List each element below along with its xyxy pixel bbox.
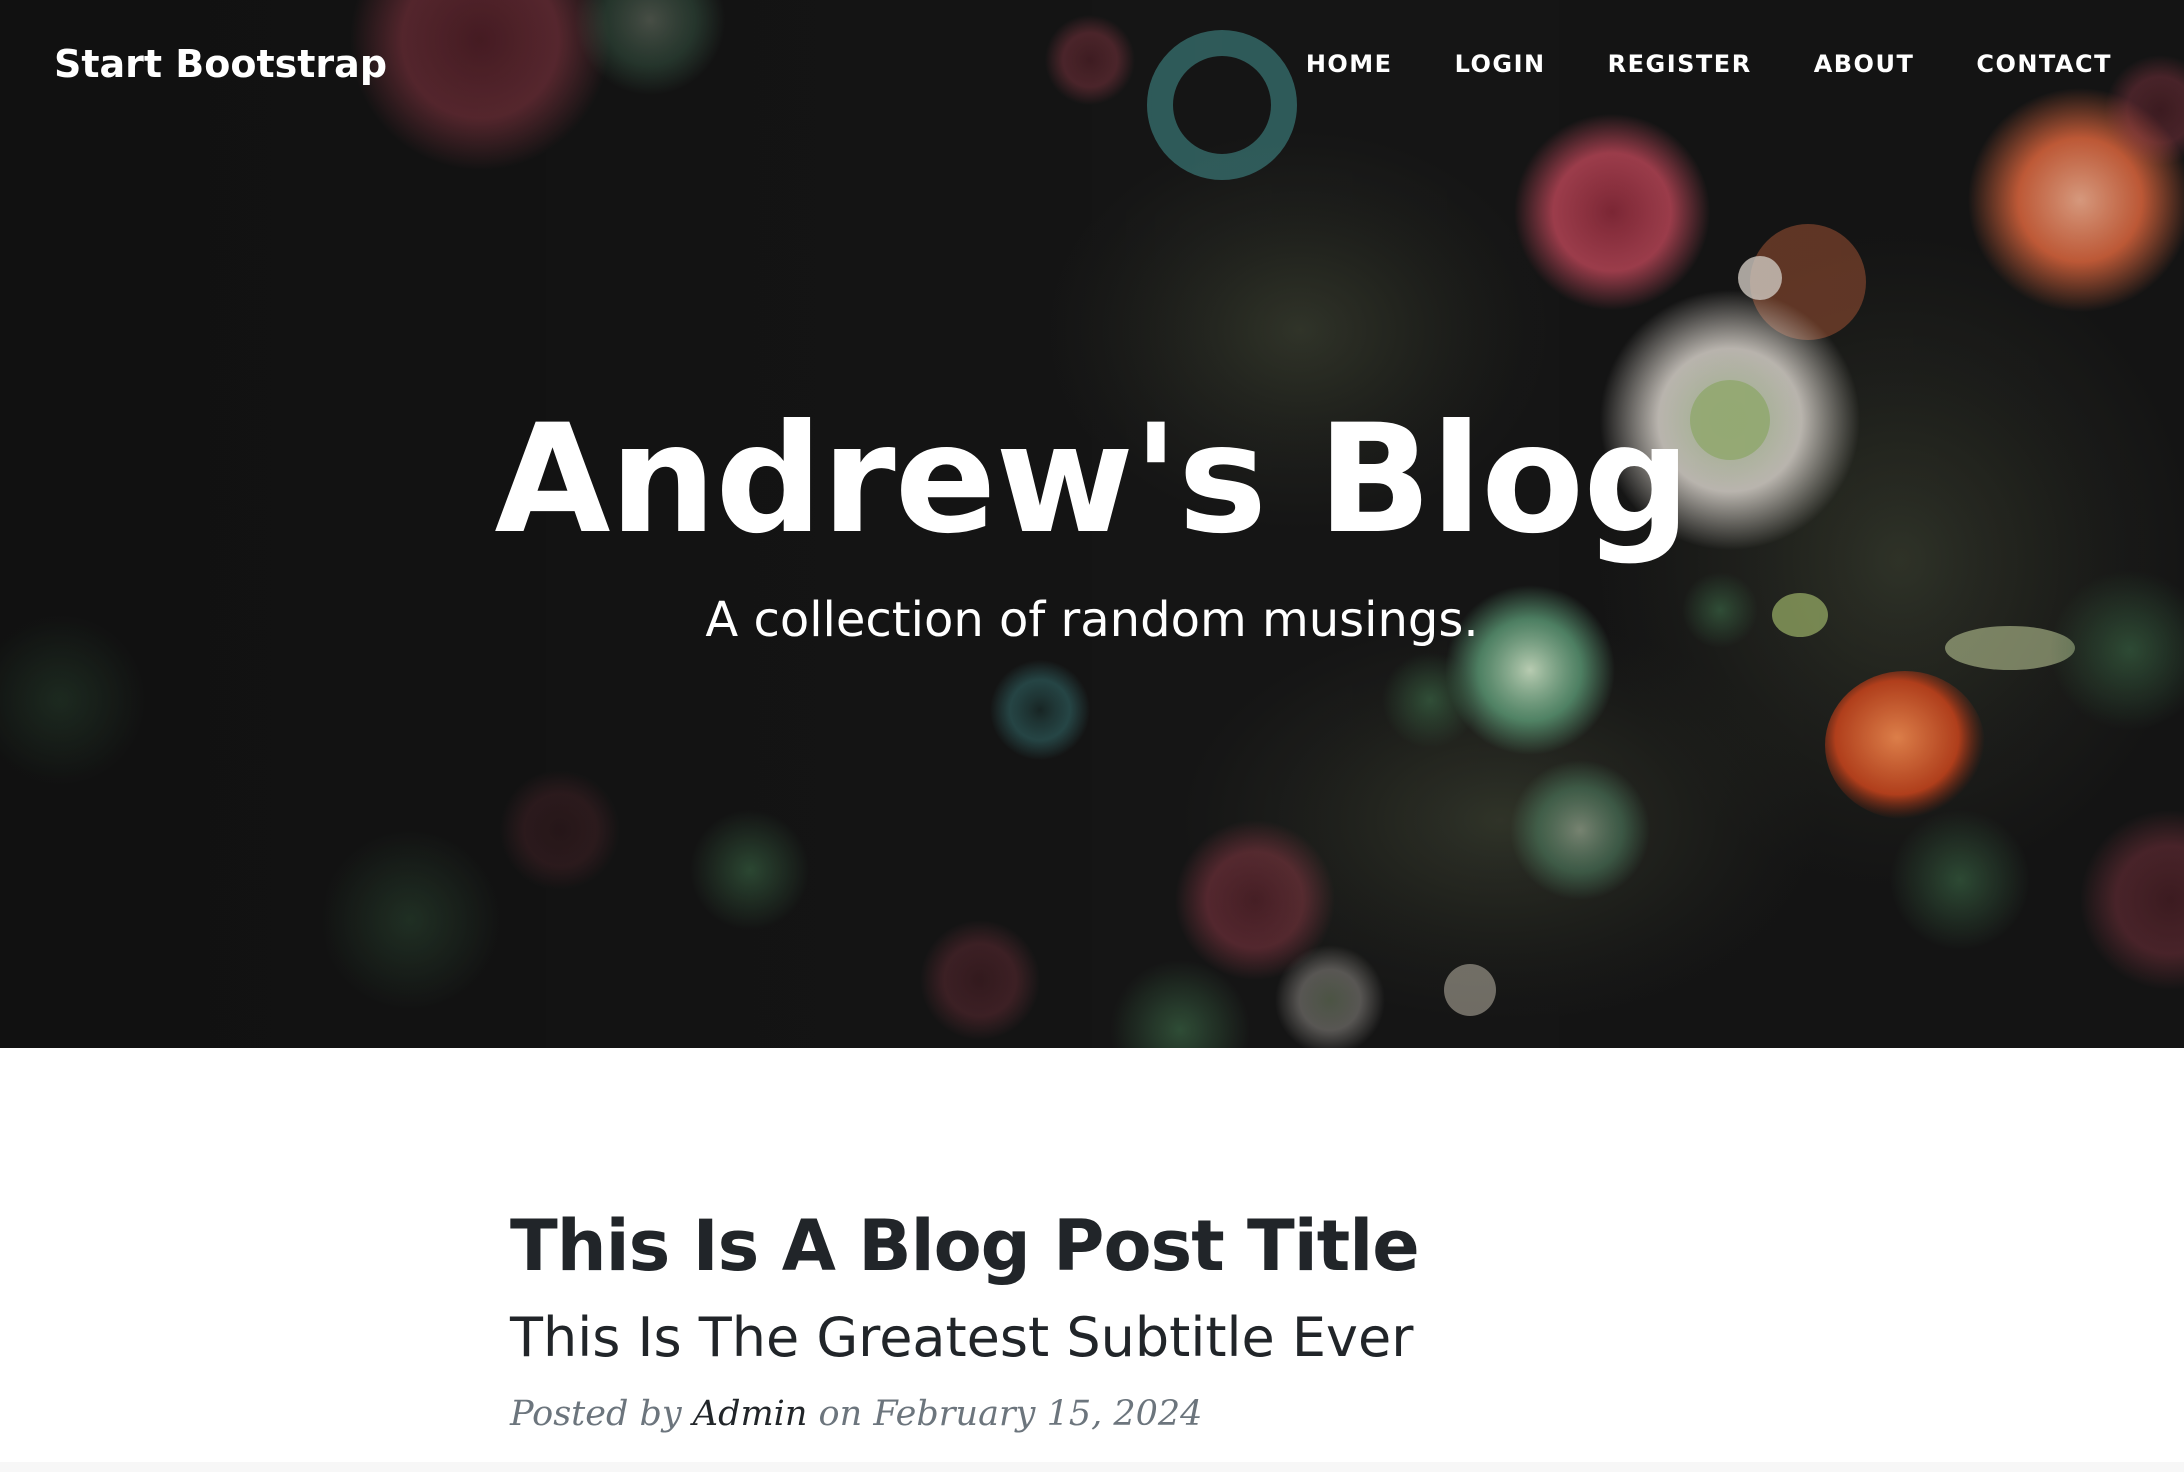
site-subtitle: A collection of random musings.: [705, 592, 1479, 648]
masthead: Start Bootstrap HOME LOGIN REGISTER ABOU…: [0, 0, 2184, 1048]
site-heading: Andrew's Blog A collection of random mus…: [0, 380, 2184, 650]
post-title[interactable]: This Is A Blog Post Title: [510, 1200, 1710, 1292]
post-meta-prefix: Posted by: [510, 1394, 682, 1434]
post-subtitle[interactable]: This Is The Greatest Subtitle Ever: [510, 1296, 1710, 1380]
post-date: February 15, 2024: [873, 1394, 1203, 1434]
nav-link-home[interactable]: HOME: [1306, 50, 1393, 78]
post-author-link[interactable]: Admin: [693, 1394, 808, 1434]
post-meta-on: on: [818, 1394, 863, 1434]
nav-link-about[interactable]: ABOUT: [1814, 50, 1915, 78]
nav-link-login[interactable]: LOGIN: [1455, 50, 1546, 78]
navbar-brand-link[interactable]: Start Bootstrap: [54, 42, 387, 86]
post-preview[interactable]: This Is A Blog Post Title This Is The Gr…: [510, 1200, 1710, 1440]
navbar-links: HOME LOGIN REGISTER ABOUT CONTACT: [1306, 50, 2112, 78]
post-meta: Posted by Admin on February 15, 2024: [510, 1388, 1710, 1440]
page-bottom-edge: [0, 1462, 2184, 1472]
nav-link-register[interactable]: REGISTER: [1608, 50, 1752, 78]
main-navbar: Start Bootstrap HOME LOGIN REGISTER ABOU…: [0, 0, 2184, 132]
site-title: Andrew's Blog: [494, 393, 1690, 567]
nav-link-contact[interactable]: CONTACT: [1976, 50, 2112, 78]
